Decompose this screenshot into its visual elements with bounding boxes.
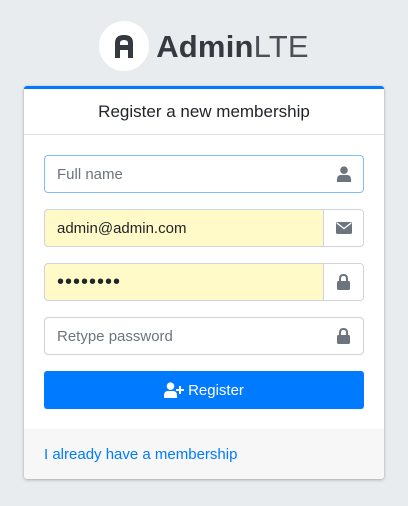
retype-password-group [44,317,364,355]
retype-password-input[interactable] [45,318,324,354]
email-input[interactable] [45,210,323,246]
register-button-label: Register [188,381,244,399]
user-icon [324,156,363,192]
card-footer: I already have a membership [24,429,384,479]
user-plus-icon [164,382,185,398]
register-page: AdminLTE Register a new membership Full … [0,0,408,506]
lock-icon [324,318,363,354]
email-group [44,209,364,247]
login-link[interactable]: I already have a membership [44,446,237,463]
password-group [44,263,364,301]
adminlte-logo-icon [99,21,150,71]
card-title: Register a new membership [24,89,384,135]
full-name-input[interactable] [45,156,324,192]
envelope-icon [323,210,363,246]
brand-name: AdminLTE [156,31,309,62]
full-name-group [44,155,364,193]
brand-name-bold: Admin [156,28,254,64]
password-input[interactable] [45,264,323,300]
register-form: Register [24,135,384,409]
lock-icon [323,264,363,300]
register-button[interactable]: Register [44,371,364,409]
brand-name-light: LTE [253,28,309,64]
register-card: Register a new membership Full name admi… [24,86,384,479]
brand-logo[interactable]: AdminLTE [0,20,408,72]
